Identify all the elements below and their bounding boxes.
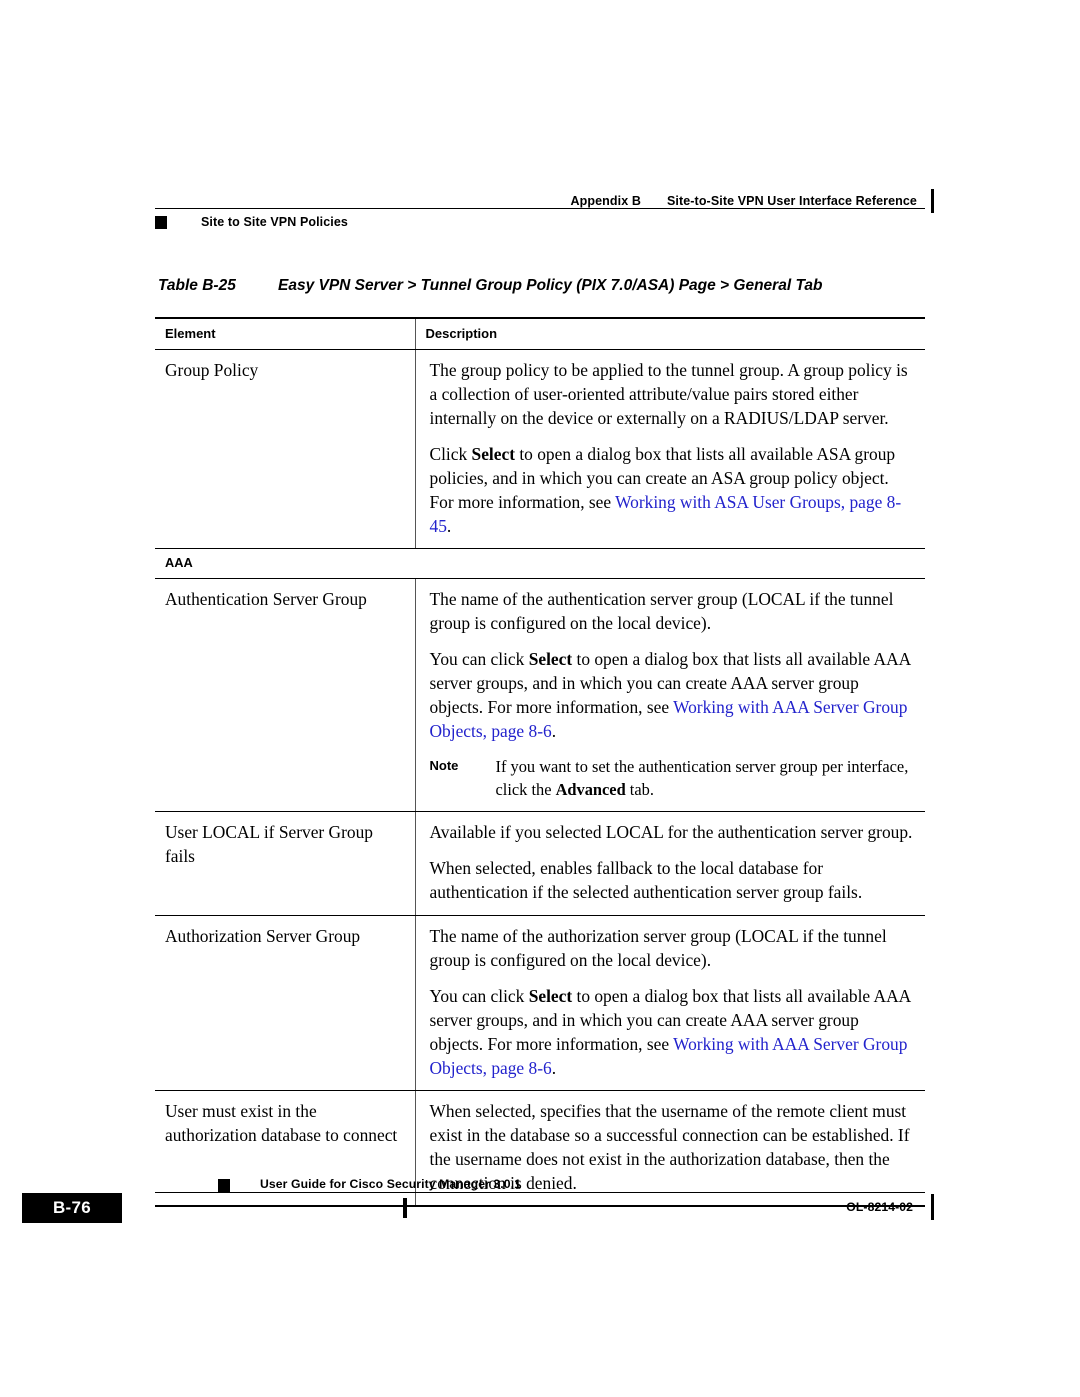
- body-text: The name of the authorization server gro…: [429, 925, 887, 970]
- footer-guide-row: User Guide for Cisco Security Manager 3.…: [155, 1168, 925, 1192]
- bullet-square-icon: [155, 215, 167, 229]
- body-text: .: [551, 720, 557, 741]
- note-block: Note If you want to set the authenticatio…: [430, 755, 914, 802]
- column-header-description: Description: [414, 317, 925, 350]
- footer-bullet-square-icon: [218, 1179, 230, 1192]
- body-text: The group policy to be applied to the tu…: [429, 360, 908, 429]
- description-paragraph: Click Select to open a dialog box that l…: [430, 442, 914, 538]
- document-id-label: OL-8214-02: [846, 1200, 913, 1214]
- body-text: Available if you selected LOCAL for the …: [429, 822, 913, 843]
- description-paragraph: Available if you selected LOCAL for the …: [430, 820, 914, 844]
- column-header-element: Element: [155, 317, 415, 350]
- header-divider-rule: [155, 189, 934, 213]
- table-body: Group Policy The group policy to be appli…: [155, 349, 925, 1207]
- note-body: If you want to set the authentication se…: [496, 755, 914, 802]
- body-text: The name of the authentication server gr…: [429, 588, 894, 633]
- table-caption-text: Easy VPN Server > Tunnel Group Policy (P…: [278, 277, 823, 294]
- table-caption-number: Table B-25: [158, 277, 236, 294]
- body-text: Click: [429, 444, 472, 465]
- note-label: Note: [429, 757, 459, 773]
- table-section-label: AAA: [155, 548, 925, 579]
- cell-description: Available if you selected LOCAL for the …: [414, 811, 925, 916]
- table-row: Group Policy The group policy to be appli…: [155, 349, 925, 550]
- body-text: .: [551, 1057, 557, 1078]
- document-page: Appendix B Site-to-Site VPN User Interfa…: [0, 0, 1080, 1397]
- description-paragraph: When selected, enables fallback to the l…: [430, 856, 914, 904]
- table-section-row: AAA: [155, 548, 925, 579]
- body-text: .: [446, 516, 452, 537]
- table-row: Authorization Server Group The name of th…: [155, 915, 925, 1091]
- page-number-badge: B-76: [22, 1193, 122, 1223]
- emphasis-text: Advanced: [555, 780, 626, 800]
- cell-element-name: Authorization Server Group: [155, 915, 415, 1091]
- cell-element-name: Group Policy: [155, 349, 415, 550]
- description-paragraph: The name of the authorization server gro…: [430, 924, 914, 972]
- header-section-label: Site to Site VPN Policies: [201, 215, 348, 229]
- table-header-row: Element Description: [155, 317, 925, 350]
- emphasis-text: Select: [528, 648, 573, 669]
- table-row: User LOCAL if Server Group fails Availabl…: [155, 811, 925, 916]
- header-section-row: Site to Site VPN Policies: [155, 215, 925, 229]
- footer-bottom-row: B-76 OL-8214-02: [22, 1193, 934, 1227]
- description-paragraph: The group policy to be applied to the tu…: [430, 358, 914, 430]
- footer-tick-marker: [403, 1198, 407, 1218]
- reference-table: Element Description Group Policy The grou…: [155, 317, 925, 1207]
- description-paragraph: The name of the authentication server gr…: [430, 587, 914, 635]
- body-text: tab.: [625, 780, 654, 800]
- header-end-bar-marker: [930, 189, 934, 213]
- footer-end-bar-marker: [930, 1194, 934, 1220]
- cell-description: The group policy to be applied to the tu…: [414, 349, 925, 550]
- table-row: Authentication Server Group The name of t…: [155, 578, 925, 813]
- running-header: Appendix B Site-to-Site VPN User Interfa…: [155, 186, 934, 229]
- table-caption: Table B-25 Easy VPN Server > Tunnel Grou…: [158, 277, 822, 295]
- description-paragraph: You can click Select to open a dialog bo…: [430, 984, 914, 1080]
- footer-guide-label: User Guide for Cisco Security Manager 3.…: [260, 1177, 522, 1191]
- table-header: Element Description: [155, 317, 925, 350]
- header-title-row: Appendix B Site-to-Site VPN User Interfa…: [155, 186, 925, 208]
- header-appendix-label: Appendix B: [570, 194, 641, 208]
- running-footer: User Guide for Cisco Security Manager 3.…: [22, 1168, 934, 1227]
- cell-element-name: User LOCAL if Server Group fails: [155, 811, 415, 916]
- cell-description: The name of the authentication server gr…: [414, 578, 925, 813]
- header-chapter-title: Site-to-Site VPN User Interface Referenc…: [666, 194, 917, 208]
- body-text: You can click: [429, 985, 529, 1006]
- body-text: When selected, enables fallback to the l…: [429, 858, 863, 903]
- cell-description: The name of the authorization server gro…: [414, 915, 925, 1091]
- cell-element-name: Authentication Server Group: [155, 578, 415, 813]
- emphasis-text: Select: [528, 985, 573, 1006]
- body-text: You can click: [429, 648, 529, 669]
- description-paragraph: You can click Select to open a dialog bo…: [430, 647, 914, 743]
- emphasis-text: Select: [471, 444, 515, 465]
